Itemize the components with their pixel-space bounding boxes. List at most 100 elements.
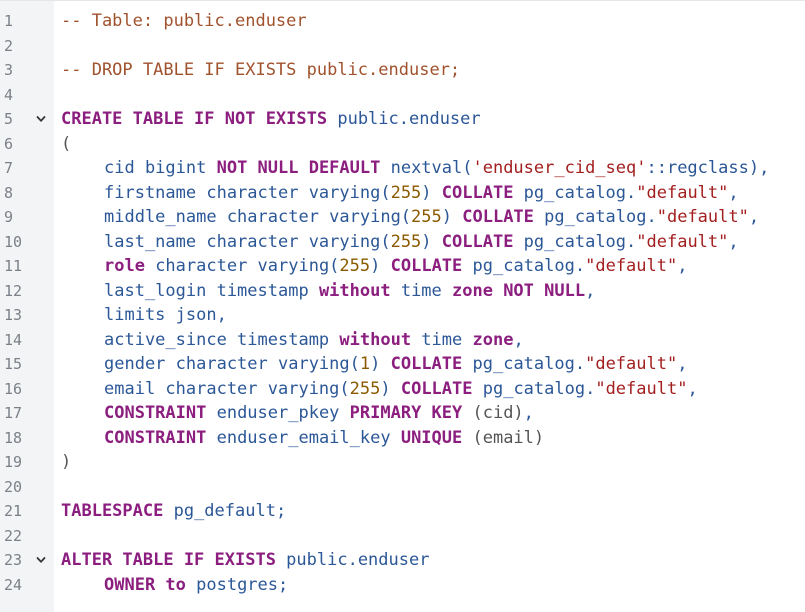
token-keyword: zone (472, 329, 514, 350)
line-number: 3 (4, 61, 14, 79)
token-plain: , (748, 207, 760, 227)
line-number: 16 (4, 379, 23, 398)
line-number: 11 (4, 257, 23, 275)
line-number: 20 (4, 477, 23, 496)
token-plain: ) (441, 207, 463, 227)
line-number: 9 (4, 208, 14, 226)
line-number: 14 (4, 330, 23, 349)
token-plain: ) (421, 231, 442, 252)
code-line[interactable] (61, 524, 805, 549)
token-plain: , (728, 231, 739, 252)
token-plain: time (411, 329, 473, 350)
line-number: 22 (4, 526, 23, 545)
line-number: 18 (4, 428, 23, 447)
token-plain: last_login timestamp (104, 280, 319, 301)
token-plain: , (513, 329, 524, 350)
token-keyword: NOT NULL DEFAULT (216, 158, 381, 178)
code-line[interactable]: -- Table: public.enduser (61, 9, 805, 34)
token-number: 255 (390, 231, 422, 252)
code-line[interactable]: CREATE TABLE IF NOT EXISTS public.enduse… (61, 107, 805, 132)
code-line[interactable]: gender character varying(1) COLLATE pg_c… (61, 352, 805, 377)
token-comment: -- DROP TABLE IF EXISTS public.enduser; (61, 60, 461, 80)
token-keyword: CONSTRAINT (104, 403, 207, 423)
line-number: 8 (4, 183, 14, 202)
code-line[interactable] (61, 34, 805, 59)
code-line[interactable]: active_since timestamp without time zone… (61, 328, 805, 353)
gutter-row: 14 (0, 328, 54, 353)
code-line[interactable]: middle_name character varying(255) COLLA… (61, 205, 805, 230)
line-number-gutter: 1 2 3 4 5 6 7 8 9 10 11 12 13 14 15 16 17 18 19 20 21 22 23 24 (0, 1, 54, 612)
code-line[interactable]: email character varying(255) COLLATE pg_… (61, 377, 805, 402)
token-plain: , (523, 403, 534, 423)
gutter-row: 10 (0, 230, 54, 255)
token-string: "default" (636, 231, 729, 252)
token-plain: , (677, 256, 688, 276)
line-number: 21 (4, 502, 23, 520)
gutter-row: 1 (0, 9, 54, 34)
token-plain: ::regclass), (646, 158, 770, 178)
token-plain: pg_catalog. (462, 256, 586, 276)
token-plain: ) (370, 256, 391, 276)
gutter-row: 16 (0, 377, 54, 402)
token-keyword: ALTER TABLE IF EXISTS (61, 550, 276, 570)
token-plain: public.enduser (327, 109, 481, 129)
gutter-row: 4 (0, 83, 54, 108)
token-plain: ) (380, 378, 401, 399)
code-line[interactable] (61, 83, 805, 108)
code-line[interactable]: TABLESPACE pg_default; (61, 499, 805, 524)
token-string: 'enduser_cid_seq' (472, 158, 647, 178)
token-plain: enduser_pkey (206, 403, 350, 423)
token-plain: middle_name character varying( (104, 207, 412, 227)
code-line[interactable]: last_name character varying(255) COLLATE… (61, 230, 805, 255)
line-number: 24 (4, 575, 23, 594)
gutter-row: 24 (0, 573, 54, 598)
code-line[interactable]: firstname character varying(255) COLLATE… (61, 181, 805, 206)
code-line[interactable]: ( (61, 132, 805, 157)
code-line[interactable]: ) (61, 450, 805, 475)
token-keyword: UNIQUE (400, 427, 463, 448)
code-line[interactable] (61, 475, 805, 500)
gutter-row: 22 (0, 524, 54, 549)
line-number: 12 (4, 281, 23, 300)
code-line[interactable]: cid bigint NOT NULL DEFAULT nextval('end… (61, 156, 805, 181)
line-number: 10 (4, 232, 23, 251)
token-plain: limits json, (104, 305, 227, 325)
token-punct: ( (61, 133, 72, 154)
code-line[interactable]: limits json, (61, 303, 805, 328)
token-plain: gender character varying( (104, 354, 360, 374)
token-keyword: COLLATE (441, 182, 514, 203)
token-string: "default" (585, 256, 678, 276)
code-line[interactable]: ALTER TABLE IF EXISTS public.enduser (61, 548, 805, 573)
fold-chevron-icon[interactable] (35, 554, 47, 566)
token-plain: pg_catalog. (462, 354, 586, 374)
code-line[interactable]: role character varying(255) COLLATE pg_c… (61, 254, 805, 279)
token-keyword: COLLATE (441, 231, 514, 252)
code-line[interactable]: CONSTRAINT enduser_email_key UNIQUE (ema… (61, 426, 805, 451)
line-number: 15 (4, 355, 23, 373)
code-line[interactable]: -- DROP TABLE IF EXISTS public.enduser; (61, 58, 805, 83)
gutter-row: 2 (0, 34, 54, 59)
token-number: 1 (359, 354, 371, 374)
token-punct: ) (61, 452, 72, 472)
gutter-row: 3 (0, 58, 54, 83)
gutter-row: 17 (0, 401, 54, 426)
code-line[interactable]: last_login timestamp without time zone N… (61, 279, 805, 304)
token-keyword: zone NOT NULL (452, 280, 586, 301)
code-line[interactable]: OWNER to postgres; (61, 573, 805, 598)
line-number: 13 (4, 306, 23, 324)
code-line[interactable]: CONSTRAINT enduser_pkey PRIMARY KEY (cid… (61, 401, 805, 426)
fold-chevron-icon[interactable] (35, 113, 47, 125)
sql-code-editor[interactable]: 1 2 3 4 5 6 7 8 9 10 11 12 13 14 15 16 17 18 19 20 21 22 23 24 … (0, 0, 805, 612)
token-keyword: COLLATE (390, 256, 463, 276)
token-plain: cid bigint (104, 158, 217, 178)
token-plain: , (585, 280, 596, 301)
line-number: 17 (4, 404, 23, 422)
token-keyword: PRIMARY KEY (349, 403, 463, 423)
gutter-row: 6 (0, 132, 54, 157)
token-keyword: without (339, 329, 412, 350)
token-plain: , (728, 182, 739, 203)
token-plain: time (390, 280, 453, 301)
token-plain: public.enduser (275, 550, 430, 570)
token-plain: , (677, 354, 688, 374)
token-keyword: without (318, 280, 391, 301)
